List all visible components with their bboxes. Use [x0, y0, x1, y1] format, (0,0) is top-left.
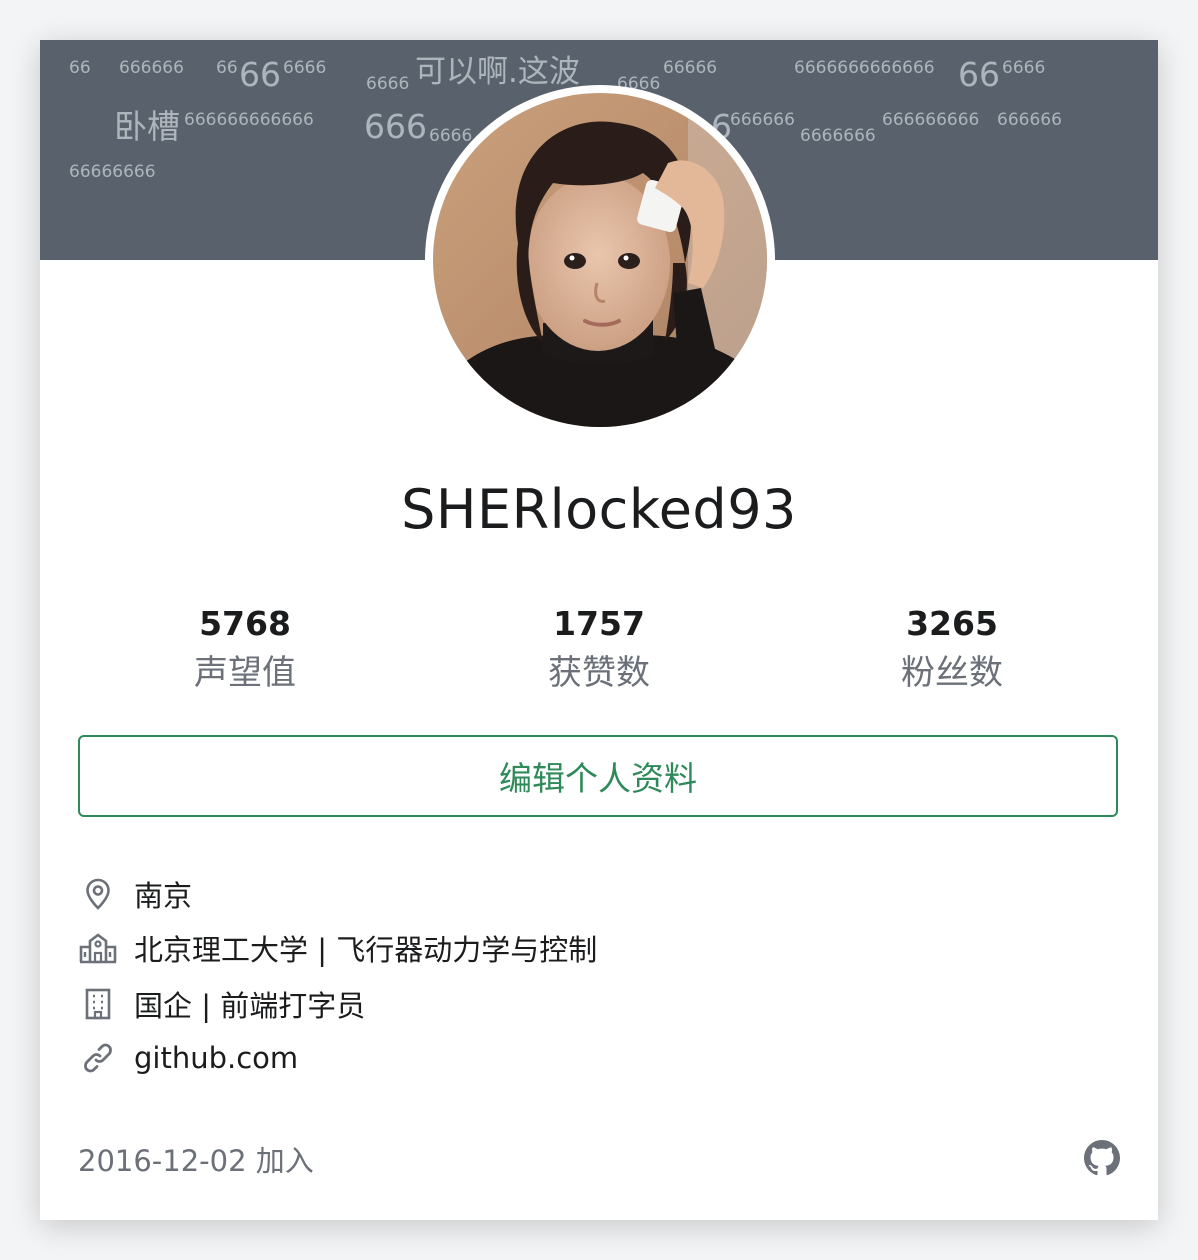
danmaku-text: 666666 [997, 110, 1062, 130]
stat-value: 3265 [906, 604, 998, 643]
danmaku-text: 666 [364, 107, 427, 146]
location-text: 南京 [134, 879, 193, 913]
danmaku-text: 6666 [283, 58, 327, 78]
education-text: 北京理工大学 | 飞行器动力学与控制 [134, 933, 598, 967]
stat-likes[interactable]: 1757 获赞数 [479, 604, 719, 694]
stat-followers[interactable]: 3265 粉丝数 [832, 604, 1072, 694]
stat-label: 粉丝数 [901, 653, 1003, 693]
company-text: 国企 | 前端打字员 [134, 989, 366, 1023]
stat-value: 5768 [199, 604, 291, 643]
university-icon [78, 928, 118, 968]
github-icon[interactable] [1084, 1140, 1120, 1176]
stat-value: 1757 [553, 604, 645, 643]
profile-card: 66 666666 66 66 6666 6666 可以啊.这波 6666 66… [40, 40, 1158, 1220]
info-location: 南京 [78, 874, 192, 914]
danmaku-text: 666666 [730, 110, 795, 130]
danmaku-text: 可以啊.这波 [415, 54, 580, 90]
danmaku-text: 666666666 [882, 110, 980, 130]
avatar-image [433, 93, 767, 427]
danmaku-text: 66 [239, 55, 281, 94]
info-website: github.com [78, 1038, 298, 1078]
location-pin-icon [78, 874, 118, 914]
username: SHERlocked93 [401, 478, 797, 541]
link-icon [78, 1038, 118, 1078]
info-education: 北京理工大学 | 飞行器动力学与控制 [78, 928, 597, 968]
danmaku-text: 6666666666666 [794, 58, 935, 78]
office-building-icon [78, 984, 118, 1024]
danmaku-text: 66 [216, 58, 238, 78]
info-company: 国企 | 前端打字员 [78, 984, 365, 1024]
edit-profile-button[interactable]: 编辑个人资料 [78, 735, 1118, 817]
stat-label: 声望值 [194, 653, 296, 693]
danmaku-text: 666666666666 [184, 110, 314, 130]
danmaku-text: 66 [69, 58, 91, 78]
stat-reputation[interactable]: 5768 声望值 [125, 604, 365, 694]
stat-label: 获赞数 [548, 653, 650, 693]
danmaku-text: 666666 [119, 58, 184, 78]
danmaku-text: 66666666 [69, 162, 156, 182]
avatar[interactable] [425, 85, 775, 435]
joined-date: 2016-12-02 加入 [78, 1144, 314, 1178]
website-link[interactable]: github.com [134, 1041, 298, 1075]
danmaku-text: 6666 [366, 74, 410, 94]
danmaku-text: 66666 [663, 58, 718, 78]
danmaku-text: 6666666 [800, 126, 876, 146]
danmaku-text: 6666 [429, 126, 473, 146]
danmaku-text: 卧槽 [114, 107, 180, 146]
danmaku-text: 66 [958, 55, 1000, 94]
danmaku-text: 6666 [1002, 58, 1046, 78]
